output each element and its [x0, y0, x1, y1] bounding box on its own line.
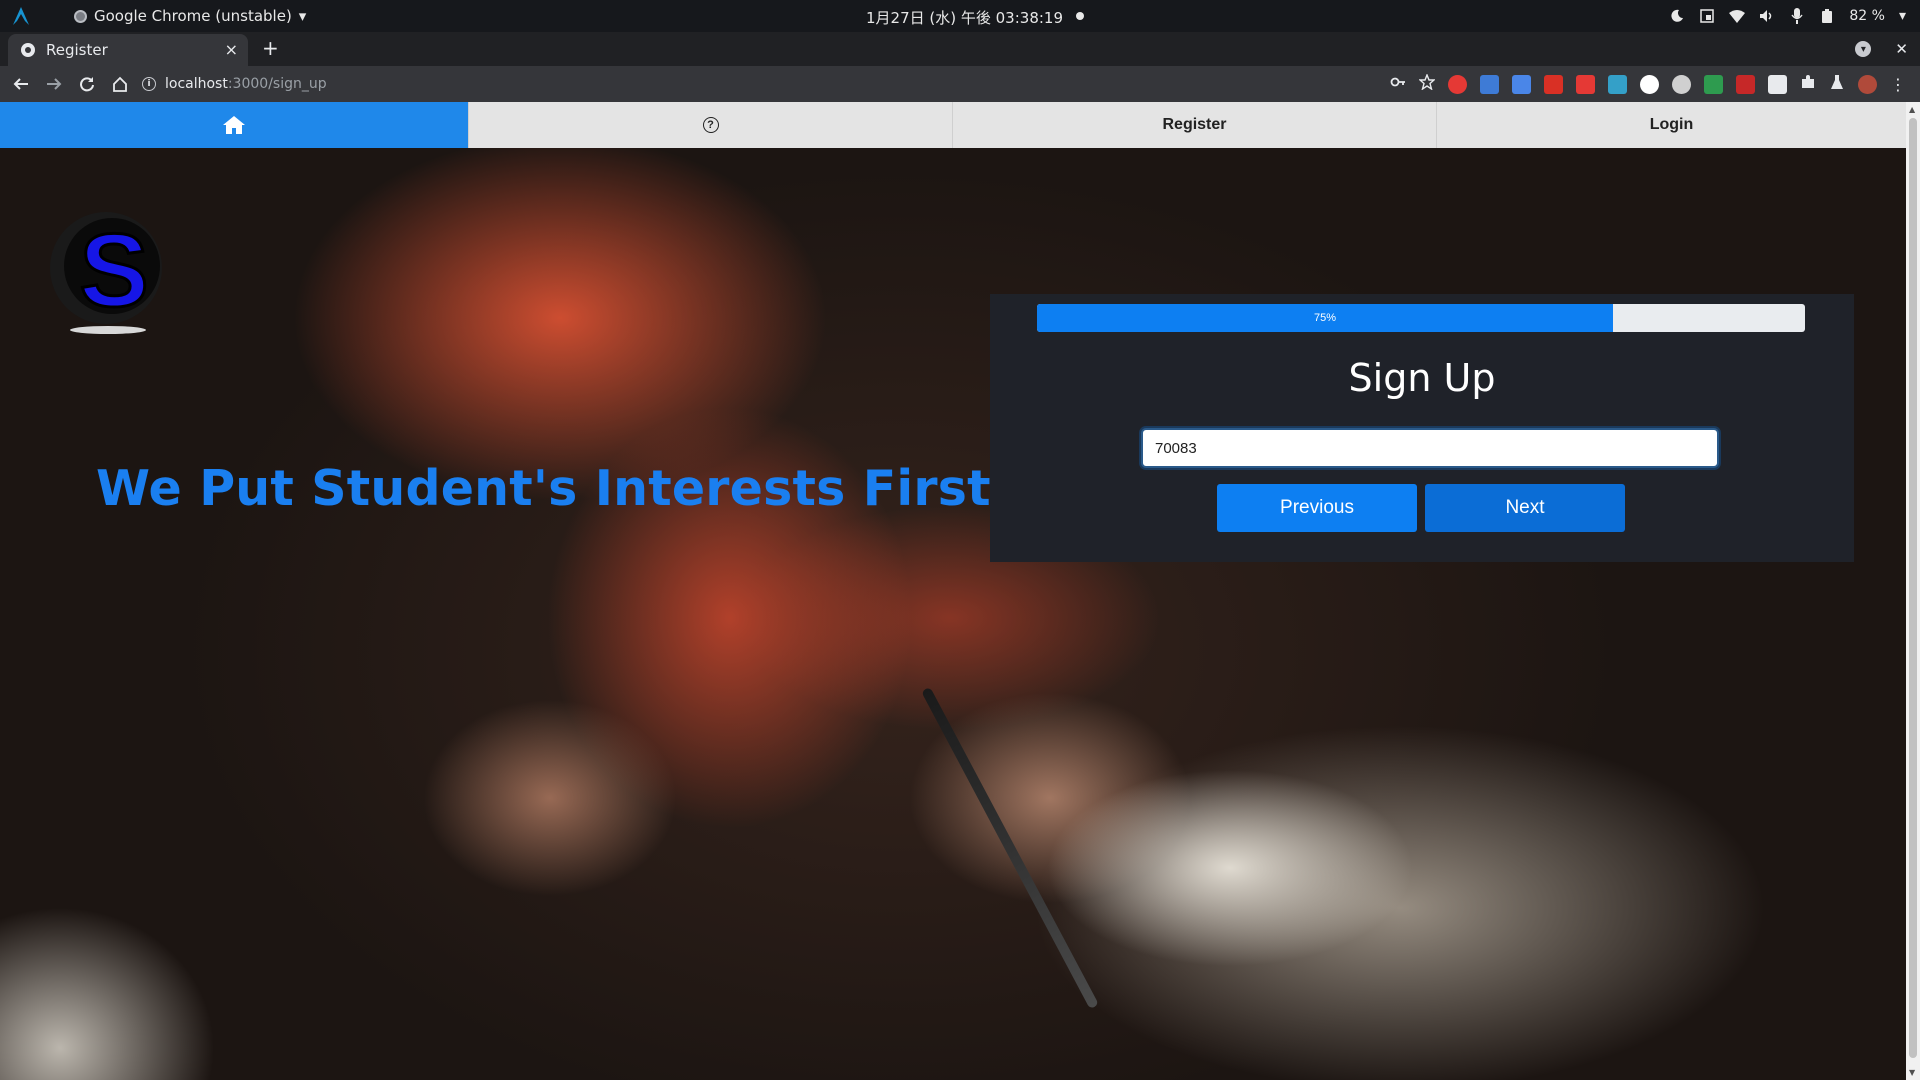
nav-register[interactable]: Register: [952, 102, 1436, 148]
recording-indicator-icon: [1076, 12, 1084, 20]
more-menu-icon[interactable]: ⋮: [1890, 75, 1906, 94]
tab-search-icon[interactable]: ▾: [1855, 41, 1872, 57]
gmail-extension-icon[interactable]: [1544, 74, 1563, 94]
nav-login[interactable]: Login: [1436, 102, 1906, 148]
bookmark-star-icon[interactable]: [1418, 73, 1436, 94]
forward-arrow-icon[interactable]: [42, 72, 66, 96]
signup-step-input[interactable]: [1141, 428, 1719, 468]
url-host: localhost: [165, 76, 228, 92]
volume-icon[interactable]: [1759, 8, 1775, 24]
hero-background-image: [0, 148, 1906, 1080]
page-content: ? Register Login S We Put Student's Inte…: [0, 102, 1906, 1080]
tab-title: Register: [46, 41, 108, 59]
next-button[interactable]: Next: [1425, 484, 1625, 532]
extension-7-icon[interactable]: [1640, 74, 1659, 94]
system-tray: 82 % ▾: [1669, 0, 1906, 32]
back-arrow-icon[interactable]: [9, 72, 33, 96]
previous-button[interactable]: Previous: [1217, 484, 1417, 532]
youtube-extension-icon[interactable]: [1576, 74, 1595, 94]
puzzle-extensions-icon[interactable]: [1800, 74, 1816, 94]
question-circle-icon: ?: [702, 117, 719, 133]
wifi-icon[interactable]: [1729, 8, 1746, 24]
battery-icon[interactable]: [1819, 8, 1835, 24]
close-tab-icon[interactable]: ×: [225, 40, 238, 59]
nav-register-label: Register: [1162, 116, 1227, 133]
close-window-icon[interactable]: ✕: [1895, 40, 1908, 58]
tab-register[interactable]: Register ×: [8, 34, 248, 66]
reload-icon[interactable]: [75, 72, 99, 96]
page-scrollbar[interactable]: ▲ ▼: [1906, 102, 1920, 1080]
signup-card: 75% Sign Up Previous Next: [990, 294, 1854, 562]
scrollbar-thumb[interactable]: [1909, 118, 1917, 1058]
new-tab-button[interactable]: +: [262, 38, 279, 58]
chrome-icon: [74, 9, 87, 23]
active-app-name: Google Chrome (unstable): [94, 7, 292, 25]
progress-fill: 75%: [1037, 304, 1613, 332]
site-logo[interactable]: S: [44, 206, 172, 334]
nav-help[interactable]: ?: [468, 102, 952, 148]
battery-level: 82 %: [1849, 8, 1885, 24]
extension-6-icon[interactable]: [1608, 74, 1627, 94]
password-key-icon[interactable]: [1390, 74, 1406, 94]
logo-letter: S: [79, 213, 148, 329]
nav-login-label: Login: [1649, 116, 1694, 133]
extension-8-icon[interactable]: [1672, 74, 1691, 94]
document-extension-icon[interactable]: [1768, 74, 1787, 94]
profile-avatar[interactable]: [1858, 74, 1877, 94]
arch-logo-icon[interactable]: [10, 5, 32, 27]
hero-tagline: We Put Student's Interests First: [96, 460, 991, 517]
screen-icon[interactable]: [1699, 8, 1715, 24]
os-top-bar: Google Chrome (unstable) ▾ 1月27日 (水) 午後 …: [0, 0, 1920, 32]
chevron-down-icon[interactable]: ▾: [1899, 8, 1906, 24]
active-app-menu[interactable]: Google Chrome (unstable) ▾: [74, 7, 306, 25]
extension-9-icon[interactable]: [1704, 74, 1723, 94]
night-mode-icon[interactable]: [1669, 8, 1685, 24]
microphone-icon[interactable]: [1789, 8, 1805, 24]
address-bar[interactable]: i localhost:3000/sign_up: [142, 70, 1432, 98]
translate-icon[interactable]: [1512, 74, 1531, 94]
signup-progress-bar: 75%: [1037, 304, 1805, 332]
site-navbar: ? Register Login: [0, 102, 1906, 148]
extension-10-icon[interactable]: [1736, 74, 1755, 94]
labs-flask-icon[interactable]: [1829, 74, 1845, 94]
extension-2-icon[interactable]: [1480, 74, 1499, 94]
home-icon: [223, 116, 245, 134]
nav-home[interactable]: [0, 102, 468, 148]
url-path: :3000/sign_up: [227, 76, 327, 92]
browser-toolbar: i localhost:3000/sign_up ⋮: [0, 66, 1920, 102]
signup-title: Sign Up: [1348, 356, 1496, 400]
progress-label: 75%: [1313, 312, 1337, 324]
extension-1-icon[interactable]: [1448, 74, 1467, 94]
chevron-down-icon: ▾: [298, 7, 307, 25]
site-info-icon[interactable]: i: [142, 77, 156, 91]
tab-strip-controls: ▾ ✕: [1855, 40, 1908, 58]
chrome-favicon-icon: [21, 43, 35, 57]
clock[interactable]: 1月27日 (水) 午後 03:38:19: [866, 7, 1063, 28]
extension-toolbar: ⋮: [1390, 73, 1906, 94]
scroll-up-icon[interactable]: ▲: [1909, 105, 1915, 114]
tab-strip: Register × + ▾ ✕: [0, 32, 1920, 66]
scroll-down-icon[interactable]: ▼: [1909, 1068, 1915, 1077]
pen-shape: [921, 686, 1099, 1010]
home-icon[interactable]: [108, 72, 132, 96]
